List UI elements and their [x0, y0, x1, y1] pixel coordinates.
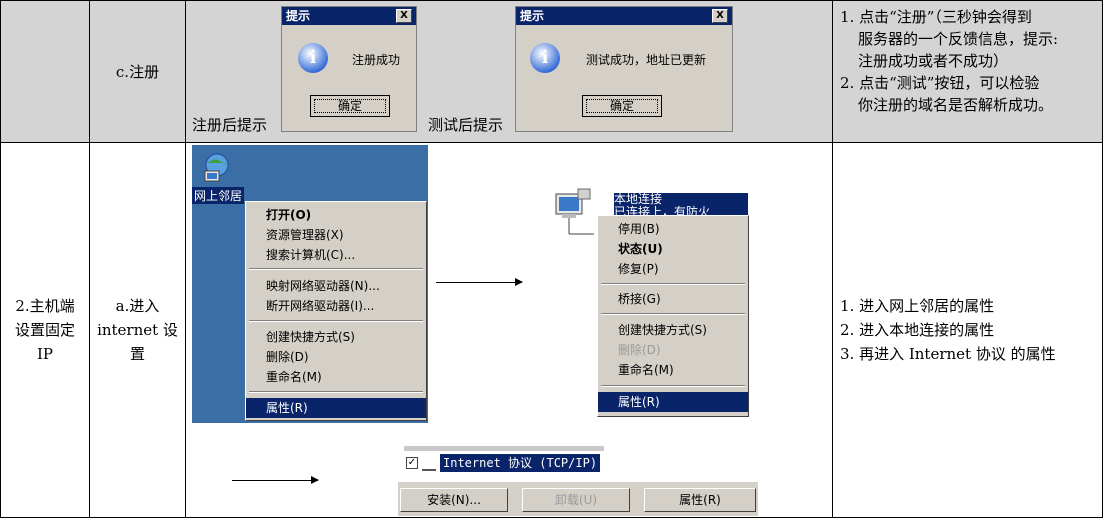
dialog-title: 提示 X: [516, 7, 732, 25]
network-neighborhood-icon[interactable]: [202, 151, 232, 183]
section-label: 2.主机端 设置固定 IP: [14, 297, 75, 363]
menu-separator: [601, 313, 745, 315]
col-divider-3: [832, 0, 833, 518]
menu-item-properties[interactable]: 属性(R): [598, 392, 748, 412]
arrow-icon: [436, 278, 523, 286]
properties-button[interactable]: 属性(R): [644, 488, 756, 512]
col-divider-2: [185, 0, 186, 518]
context-menu-network: 打开(O) 资源管理器(X) 搜索计算机(C)... 映射网络驱动器(N)...…: [245, 201, 427, 421]
table-border-bottom: [0, 517, 1103, 518]
caption-register: 注册后提示: [192, 116, 268, 134]
row1-notes: 1. 点击“注册”（三秒钟会得到 服务器的一个反馈信息，提示: 注册成功或者不成…: [840, 8, 1059, 114]
info-icon: i: [298, 43, 328, 73]
install-button[interactable]: 安装(N)...: [400, 488, 508, 512]
info-icon: i: [530, 43, 560, 73]
menu-item-disconnect-drive[interactable]: 断开网络驱动器(I)...: [246, 296, 426, 316]
menu-item-delete: 删除(D): [618, 343, 661, 357]
menu-item-disable[interactable]: 停用(B): [598, 219, 748, 239]
ok-button[interactable]: 确定: [582, 95, 662, 117]
menu-item-open[interactable]: 打开(O): [246, 205, 426, 225]
menu-item-search-computer[interactable]: 搜索计算机(C)...: [246, 245, 426, 265]
menu-item-status[interactable]: 状态(U): [598, 239, 748, 259]
register-dialog: 提示 X i 注册成功 确定: [281, 6, 417, 132]
dialog-title: 提示 X: [282, 7, 416, 25]
step-label: a.进入 internet 设 置: [97, 297, 178, 363]
desktop-icon-label: 网上邻居: [192, 187, 245, 204]
menu-separator: [601, 385, 745, 387]
dialog-message: 注册成功: [352, 53, 401, 67]
close-icon[interactable]: X: [712, 9, 728, 23]
menu-separator: [601, 283, 745, 285]
arrow-icon: [232, 476, 319, 484]
menu-separator: [249, 320, 423, 322]
desktop-screenshot: 网上邻居 打开(O) 资源管理器(X) 搜索计算机(C)... 映射网络驱动器(…: [192, 145, 428, 423]
close-icon[interactable]: X: [396, 9, 412, 23]
menu-item-delete[interactable]: 删除(D): [246, 347, 426, 367]
test-dialog: 提示 X i 测试成功，地址已更新 确定: [515, 6, 733, 132]
menu-item-bridge[interactable]: 桥接(G): [598, 289, 748, 309]
menu-item-create-shortcut[interactable]: 创建快捷方式(S): [598, 320, 748, 340]
context-menu-connection: 停用(B) 状态(U) 修复(P) 桥接(G) 创建快捷方式(S) 删除(D) …: [597, 215, 749, 417]
menu-separator: [249, 391, 423, 393]
protocol-item[interactable]: Internet 协议 (TCP/IP): [440, 454, 601, 472]
menu-item-create-shortcut[interactable]: 创建快捷方式(S): [246, 327, 426, 347]
uninstall-button: 卸载(U): [522, 488, 630, 512]
dialog-message: 测试成功，地址已更新: [586, 53, 707, 67]
col-divider-4: [1102, 0, 1103, 518]
protocol-panel: ✓ Internet 协议 (TCP/IP) 安装(N)... 卸载(U) 属性…: [398, 446, 758, 516]
ok-button[interactable]: 确定: [310, 95, 390, 117]
step-register: c.注册: [115, 63, 160, 81]
protocol-checkbox[interactable]: ✓: [406, 457, 418, 469]
menu-item-map-drive[interactable]: 映射网络驱动器(N)...: [246, 276, 426, 296]
col-divider-0: [0, 0, 1, 518]
protocol-icon: [422, 457, 436, 471]
caption-test: 测试后提示: [428, 116, 504, 134]
protocol-list-top: [404, 446, 604, 451]
table-border-top: [0, 0, 1103, 1]
menu-item-explorer[interactable]: 资源管理器(X): [246, 225, 426, 245]
row2-notes: 1. 进入网上邻居的属性 2. 进入本地连接的属性 3. 再进入 Interne…: [840, 297, 1056, 363]
menu-item-properties[interactable]: 属性(R): [246, 398, 426, 418]
menu-item-rename[interactable]: 重命名(M): [598, 360, 748, 380]
menu-item-repair[interactable]: 修复(P): [598, 259, 748, 279]
row-divider: [0, 142, 1103, 143]
menu-separator: [249, 268, 423, 270]
menu-item-rename[interactable]: 重命名(M): [246, 367, 426, 387]
